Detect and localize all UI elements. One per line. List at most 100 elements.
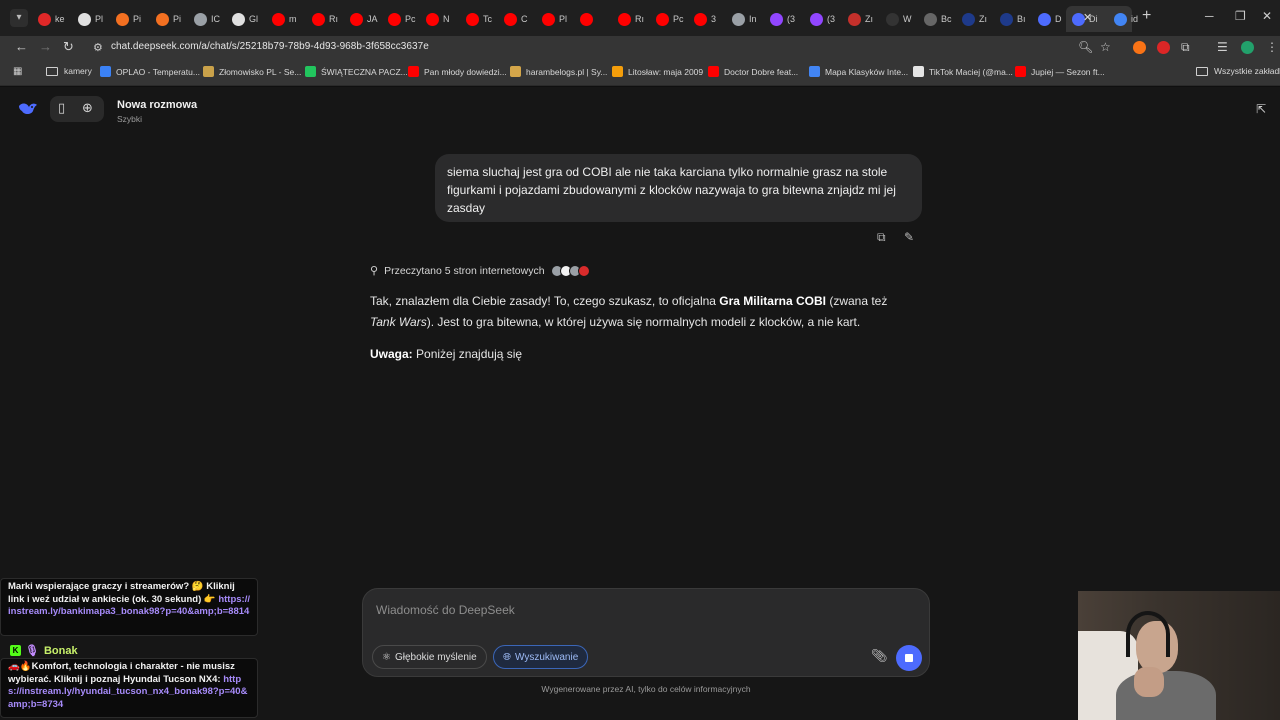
bookmark-item[interactable]: TikTok Maciej (@ma... (913, 66, 1013, 77)
forward-button[interactable]: → (39, 39, 52, 54)
bookmark-item[interactable]: Mapa Klasyków Inte... (809, 66, 908, 77)
copy-icon[interactable]: ⧉ (877, 230, 886, 245)
site-info-icon[interactable]: ⚙ (93, 41, 103, 54)
close-window-button[interactable]: ✕ (1262, 9, 1272, 23)
bookmark-favicon-icon (913, 66, 924, 77)
bookmark-label: Złomowisko PL - Se... (219, 66, 302, 77)
apps-grid-icon[interactable]: ▦ (13, 66, 22, 77)
tab-close-icon[interactable]: ✕ (1083, 11, 1092, 24)
deep-think-toggle[interactable]: ⚛ Głębokie myślenie (372, 645, 487, 669)
tab-14[interactable] (574, 6, 612, 32)
reload-button[interactable]: ↻ (63, 39, 74, 55)
tab-4[interactable]: IC (188, 6, 226, 32)
tab-title: Pc (405, 14, 416, 24)
browser-menu-icon[interactable]: ⋮ (1266, 40, 1278, 54)
web-search-toggle[interactable]: 🌐︎ Wyszukiwanie (493, 645, 589, 669)
web-search-label: Wyszukiwanie (515, 651, 579, 663)
web-search-status[interactable]: ⚲ Przeczytano 5 stron internetowych (370, 264, 590, 277)
bookmark-favicon-icon (203, 66, 214, 77)
bookmark-item[interactable]: Pan młody dowiedzi... (408, 66, 507, 77)
tab-favicon-icon (426, 12, 439, 26)
tab-22[interactable]: W (880, 6, 918, 32)
extension-icon[interactable] (1133, 41, 1146, 54)
tab-favicon-icon (272, 12, 285, 26)
tab-favicon-icon (232, 12, 245, 26)
tab-15[interactable]: Rı (612, 6, 650, 32)
bookmark-item[interactable]: Złomowisko PL - Se... (203, 66, 301, 77)
bookmark-item[interactable]: harambelogs.pl | Sy... (510, 66, 607, 77)
tab-24[interactable]: Zı (956, 6, 994, 32)
extension-icon[interactable] (1157, 41, 1170, 54)
toggle-sidebar-icon[interactable]: ▯ (58, 100, 65, 116)
tab-20[interactable]: (3 (804, 6, 842, 32)
tab-9[interactable]: Pc (382, 6, 420, 32)
bookmark-item[interactable]: Jupiej — Sezon ft... (1015, 66, 1105, 77)
tab-21[interactable]: Zı (842, 6, 880, 32)
stop-icon (905, 654, 913, 662)
tab-1[interactable]: Pl (72, 6, 110, 32)
edit-icon[interactable]: ✎ (904, 230, 914, 244)
tab-25[interactable]: Bı (994, 6, 1032, 32)
answer-text: Poniżej znajdują się (412, 347, 523, 361)
all-bookmarks-label: Wszystkie zakładki (1214, 66, 1280, 76)
chat-mode-label: Szybki (117, 114, 143, 124)
message-input[interactable]: Wiadomość do DeepSeek (376, 603, 515, 617)
tab-23[interactable]: Bc (918, 6, 956, 32)
address-bar[interactable]: chat.deepseek.com/a/chat/s/25218b79-78b9… (111, 41, 429, 52)
tab-search-button[interactable]: ▾ (10, 9, 28, 27)
tab-title: Pi (173, 14, 182, 24)
tab-19[interactable]: (3 (764, 6, 802, 32)
atom-icon: ⚛ (382, 651, 391, 663)
tab-0[interactable]: ke (32, 6, 70, 32)
tab-28[interactable]: id (1108, 6, 1146, 32)
bookmark-item[interactable]: OPLAO - Temperatu... (100, 66, 200, 77)
bookmark-label: Mapa Klasyków Inte... (825, 66, 909, 77)
tab-11[interactable]: Tc (460, 6, 498, 32)
share-icon[interactable]: ⇱ (1256, 102, 1266, 116)
tab-17[interactable]: 3 (688, 6, 726, 32)
tab-12[interactable]: C (498, 6, 536, 32)
bookmark-star-icon[interactable]: ☆ (1100, 40, 1111, 54)
zoom-icon[interactable]: 🔍︎ (1078, 40, 1093, 54)
bookmark-item[interactable]: kamery (46, 66, 92, 76)
tab-16[interactable]: Pc (650, 6, 688, 32)
tab-title: Pl (95, 14, 104, 24)
tab-13[interactable]: Pl (536, 6, 574, 32)
answer-text: Tak, znalazłem dla Ciebie zasady! To, cz… (370, 294, 720, 308)
tab-26[interactable]: D (1032, 6, 1070, 32)
tab-8[interactable]: JA (344, 6, 382, 32)
bookmark-item[interactable]: Litosław: maja 2009 (612, 66, 703, 77)
extensions-puzzle-icon[interactable]: ⧉ (1181, 40, 1190, 55)
profile-avatar[interactable] (1241, 41, 1254, 54)
tab-10[interactable]: N (420, 6, 458, 32)
tab-favicon-icon (1114, 12, 1127, 26)
deepseek-logo-icon[interactable] (18, 100, 38, 116)
search-icon: ⚲ (370, 265, 379, 277)
bookmark-item[interactable]: Doctor Dobre feat... (708, 66, 798, 77)
answer-paragraph: Tak, znalazłem dla Ciebie zasady! To, cz… (370, 291, 915, 333)
deep-think-label: Głębokie myślenie (394, 651, 477, 663)
tab-favicon-icon (924, 12, 937, 26)
chat-title: Nowa rozmowa (117, 99, 198, 111)
tab-3[interactable]: Pi (150, 6, 188, 32)
tab-6[interactable]: m (266, 6, 304, 32)
tab-7[interactable]: Rı (306, 6, 344, 32)
answer-text: (zwana też (825, 294, 888, 308)
bookmark-label: ŚWIĄTECZNA PACZ... (321, 66, 408, 77)
tab-18[interactable]: In (726, 6, 764, 32)
back-button[interactable]: ← (15, 39, 28, 54)
tab-title: Bı (1017, 14, 1026, 24)
new-chat-icon[interactable]: ⊕ (82, 100, 93, 116)
new-tab-button[interactable]: + (1142, 7, 1151, 25)
restore-button[interactable]: ❐ (1235, 9, 1246, 23)
minimize-button[interactable]: ─ (1205, 9, 1214, 23)
tab-2[interactable]: Pi (110, 6, 148, 32)
all-bookmarks-folder[interactable]: Wszystkie zakładki (1196, 66, 1280, 76)
tab-search-icon[interactable]: ☰ (1217, 40, 1228, 54)
stop-generation-button[interactable] (896, 645, 922, 671)
tab-title: Pl (559, 14, 568, 24)
bookmark-label: OPLAO - Temperatu... (116, 66, 200, 77)
bookmark-item[interactable]: ŚWIĄTECZNA PACZ... (305, 66, 408, 77)
tab-5[interactable]: Gl (226, 6, 264, 32)
attach-file-icon[interactable]: 📎︎ (871, 648, 888, 664)
